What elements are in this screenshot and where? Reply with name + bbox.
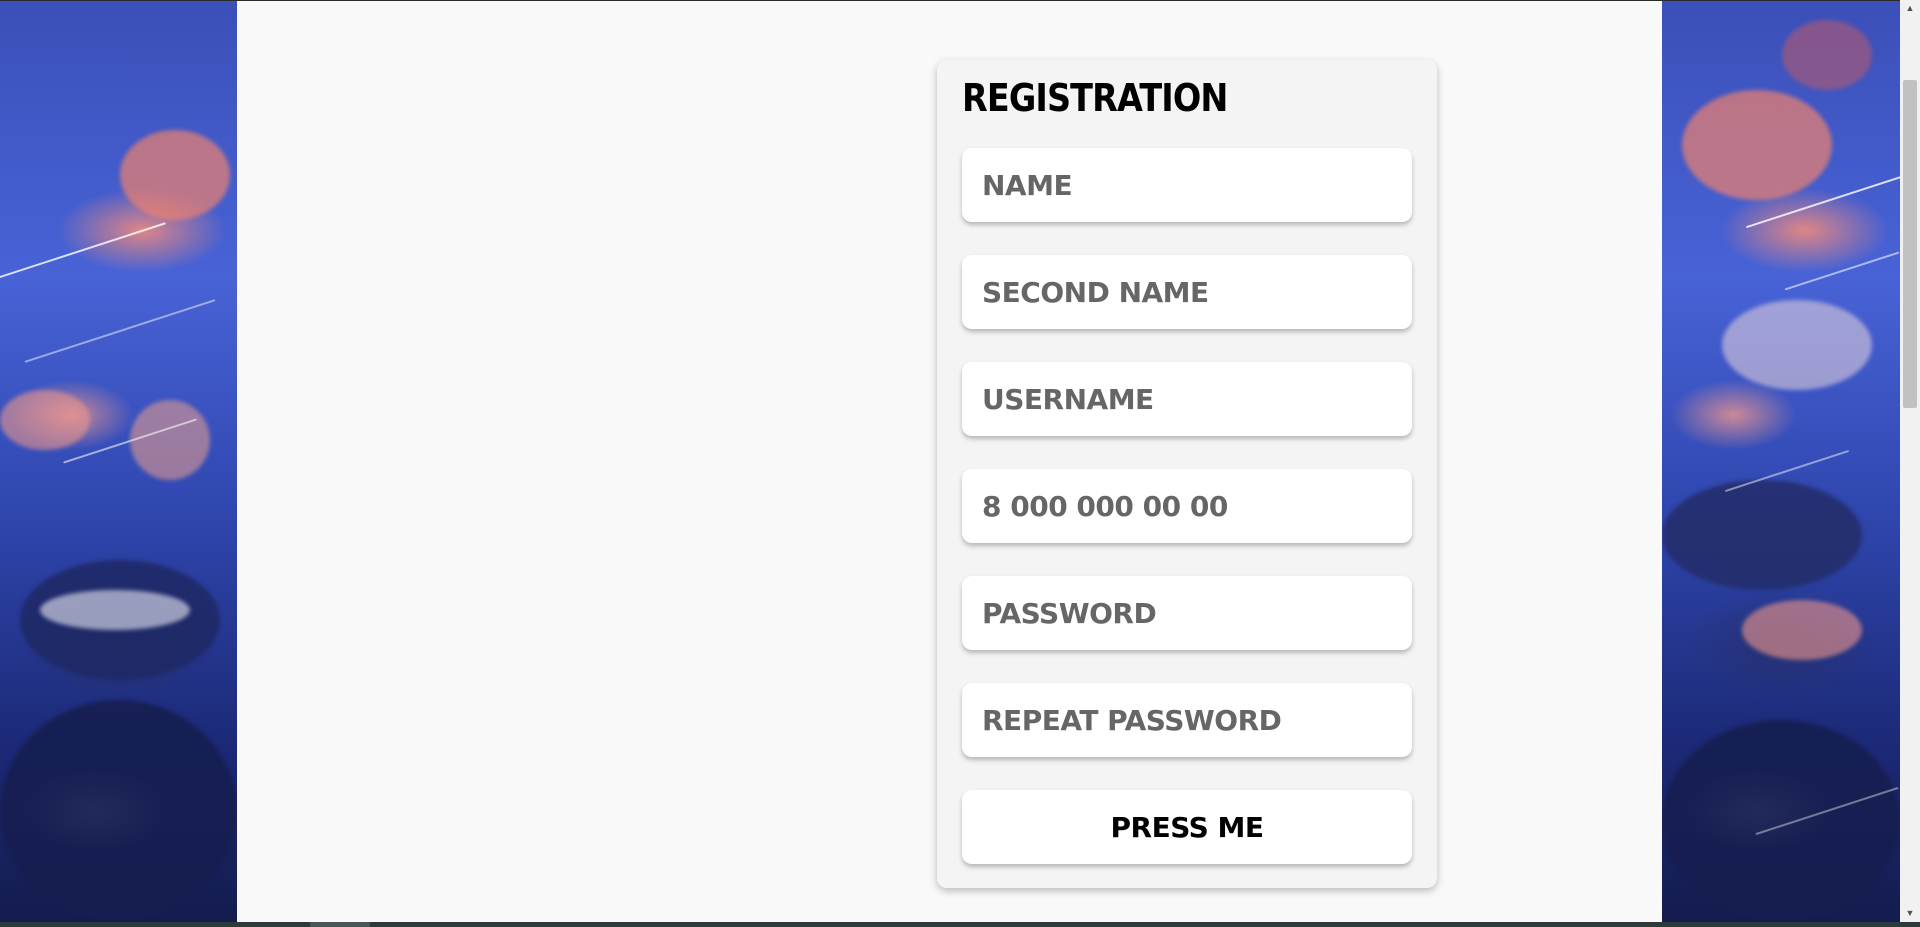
background-sky-left <box>0 0 237 922</box>
horizontal-scrollbar-thumb[interactable] <box>310 922 370 927</box>
username-input[interactable] <box>962 362 1412 436</box>
scrollbar-thumb[interactable] <box>1903 80 1917 408</box>
phone-input[interactable] <box>962 469 1412 543</box>
triangle-up-icon[interactable]: ▲ <box>1900 0 1920 17</box>
second-name-field[interactable] <box>962 255 1412 329</box>
username-field[interactable] <box>962 362 1412 436</box>
password-input[interactable] <box>962 576 1412 650</box>
window-top-border <box>0 0 1900 1</box>
name-field[interactable] <box>962 148 1412 222</box>
second-name-input[interactable] <box>962 255 1412 329</box>
vertical-scrollbar[interactable]: ▲ ▼ <box>1900 0 1920 922</box>
password-field[interactable] <box>962 576 1412 650</box>
background-sky-right <box>1662 0 1900 922</box>
phone-field[interactable] <box>962 469 1412 543</box>
name-input[interactable] <box>962 148 1412 222</box>
main-content: REGISTRATION PRESS ME <box>237 0 1662 922</box>
form-title: REGISTRATION <box>962 76 1228 120</box>
triangle-down-icon[interactable]: ▼ <box>1900 905 1920 922</box>
submit-button[interactable]: PRESS ME <box>962 790 1412 864</box>
repeat-password-field[interactable] <box>962 683 1412 757</box>
horizontal-scrollbar[interactable] <box>0 922 1920 927</box>
registration-form: REGISTRATION PRESS ME <box>937 60 1437 888</box>
repeat-password-input[interactable] <box>962 683 1412 757</box>
